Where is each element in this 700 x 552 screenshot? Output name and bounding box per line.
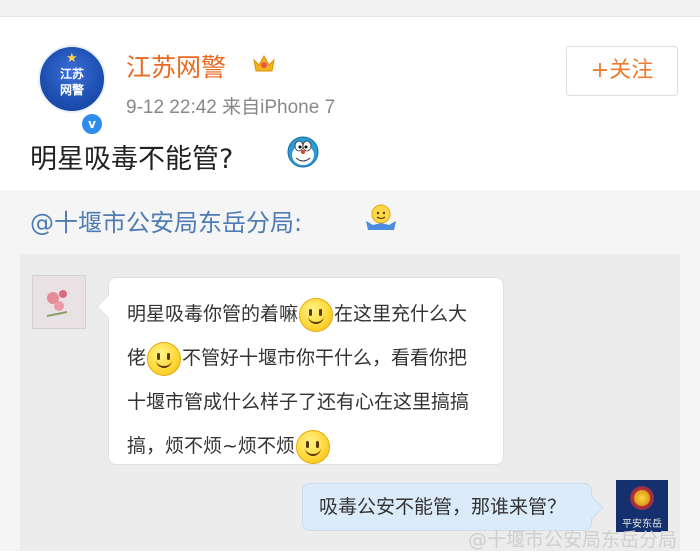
chat-bubble-right: 吸毒公安不能管，那谁来管？ (302, 483, 592, 531)
flower-image-icon (33, 276, 85, 328)
chat-avatar-left (32, 275, 86, 329)
crown-icon (253, 54, 275, 72)
shrug-icon (366, 204, 396, 230)
follow-button[interactable]: +关注 (566, 46, 678, 96)
smiley-icon (147, 341, 182, 376)
smiley-icon (295, 429, 330, 464)
star-icon: ★ (66, 51, 78, 66)
avatar[interactable]: ★ 江苏 网警 (38, 45, 106, 113)
police-badge-icon (630, 486, 654, 510)
repost-section: @十堰市公安局东岳分局: 明星吸毒你管的着嘛 在这里充什么大佬 不管好十堰市你干什么… (0, 190, 700, 551)
repost-author-link[interactable]: @十堰市公安局东岳分局: (30, 203, 302, 238)
chat-screenshot: 明星吸毒你管的着嘛 在这里充什么大佬 不管好十堰市你干什么，看看你把十堰市管成什么样… (20, 254, 680, 551)
chat-text-part: 明星吸毒你管的着嘛 (127, 303, 299, 325)
avatar-text-line1: 江苏 (59, 67, 84, 81)
doraemon-icon (287, 136, 319, 168)
smiley-icon (299, 297, 334, 332)
post-author-name[interactable]: 江苏网警 (126, 48, 226, 84)
weibo-post: ★ 江苏 网警 v 江苏网警 9-12 22:42 来自iPhone 7 +关注… (0, 17, 700, 190)
top-divider (0, 0, 700, 17)
avatar-text-line2: 网警 (59, 83, 84, 97)
verified-badge-icon: v (80, 112, 104, 136)
chat-bubble-left: 明星吸毒你管的着嘛 在这里充什么大佬 不管好十堰市你干什么，看看你把十堰市管成什么样… (108, 277, 504, 465)
post-meta: 9-12 22:42 来自iPhone 7 (126, 97, 336, 118)
post-text: 明星吸毒不能管? (30, 144, 234, 175)
watermark: @十堰市公安局东岳分局 (468, 529, 678, 551)
